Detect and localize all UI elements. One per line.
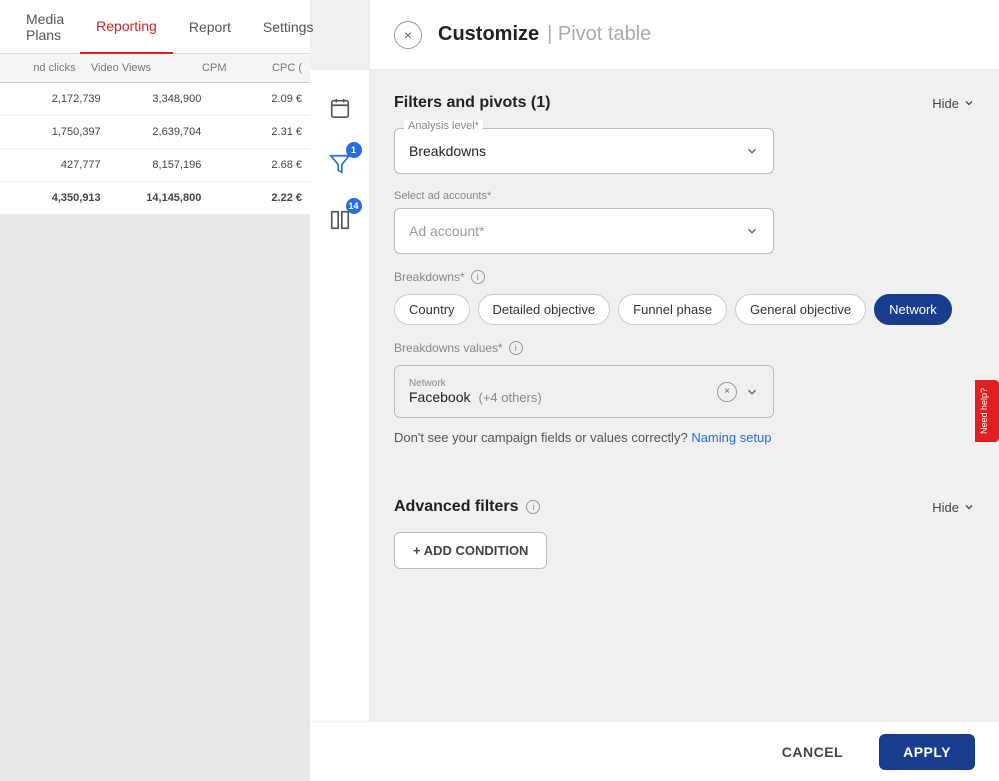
network-label: Network [409, 378, 542, 389]
breakdowns-info-icon: i [471, 270, 485, 284]
modal-sidebar: 1 14 [310, 70, 370, 751]
columns-icon[interactable]: 14 [322, 202, 358, 238]
col-header-clicks: nd clicks [4, 62, 80, 74]
breakdowns-values-info-icon: i [509, 341, 523, 355]
analysis-level-select[interactable]: Breakdowns [394, 128, 774, 174]
analysis-level-field: Analysis level* Breakdowns [394, 128, 774, 174]
naming-setup-link[interactable]: Naming setup [691, 430, 771, 445]
add-condition-button[interactable]: + ADD CONDITION [394, 532, 547, 569]
background-table: nd clicks Video Views CPM CPC ( 2,172,73… [0, 54, 310, 781]
ad-accounts-label: Select ad accounts* [394, 190, 975, 202]
close-button[interactable]: × [394, 21, 422, 49]
modal-content: Filters and pivots (1) Hide Analysis lev… [370, 70, 999, 751]
col-header-cpc: CPC ( [231, 62, 307, 74]
nav-media-plans[interactable]: Media Plans [10, 0, 80, 54]
table-row-total: 4,350,913 14,145,800 2.22 € [0, 182, 310, 215]
breakdowns-label: Breakdowns* i [394, 270, 975, 284]
section-divider [394, 473, 975, 474]
ad-account-select[interactable]: Ad account* [394, 208, 774, 254]
modal-footer: CANCEL APPLY [310, 721, 999, 781]
filter-icon[interactable]: 1 [322, 146, 358, 182]
chip-general-objective[interactable]: General objective [735, 294, 866, 325]
nav-report[interactable]: Report [173, 0, 247, 54]
ad-account-field: Ad account* [394, 208, 774, 254]
table-row: 427,777 8,157,196 2.68 € [0, 149, 310, 182]
nav-reporting[interactable]: Reporting [80, 0, 173, 54]
analysis-level-label: Analysis level* [404, 120, 483, 132]
network-clear-btn[interactable]: × [717, 382, 737, 402]
network-others: (+4 others) [478, 390, 541, 405]
filter-badge: 1 [346, 142, 362, 158]
calendar-icon[interactable] [322, 90, 358, 126]
nav-settings[interactable]: Settings [247, 0, 330, 54]
naming-setup-text: Don't see your campaign fields or values… [394, 430, 975, 445]
network-value-field[interactable]: Network Facebook (+4 others) × [394, 365, 774, 418]
network-right: × [717, 382, 759, 402]
nav-bar: Media Plans Reporting Report Settings [0, 0, 310, 54]
apply-button[interactable]: APPLY [879, 734, 975, 770]
table-row: 1,750,397 2,639,704 2.31 € [0, 116, 310, 149]
filters-hide-btn[interactable]: Hide [932, 96, 975, 111]
filters-title: Filters and pivots (1) [394, 94, 550, 112]
breakdowns-chips: Country Detailed objective Funnel phase … [394, 294, 975, 325]
network-left: Network Facebook (+4 others) [409, 378, 542, 405]
col-header-cpm: CPM [155, 62, 231, 74]
advanced-filters-title: Advanced filters [394, 498, 518, 516]
advanced-filters-info-icon: i [526, 500, 540, 514]
col-header-views: Video Views [80, 62, 156, 74]
cancel-button[interactable]: CANCEL [758, 734, 867, 770]
feedback-widget[interactable]: Need help? [975, 380, 999, 442]
network-value: Facebook (+4 others) [409, 389, 542, 405]
breakdowns-values-label: Breakdowns values* i [394, 341, 975, 355]
modal-subtitle: | Pivot table [547, 23, 651, 46]
advanced-filters-hide-btn[interactable]: Hide [932, 500, 975, 515]
modal-header: × Customize | Pivot table [370, 0, 999, 70]
table-row: 2,172,739 3,348,900 2.09 € [0, 83, 310, 116]
chip-detailed-objective[interactable]: Detailed objective [478, 294, 611, 325]
chip-country[interactable]: Country [394, 294, 470, 325]
filters-section: Filters and pivots (1) Hide Analysis lev… [394, 94, 975, 445]
columns-badge: 14 [346, 198, 362, 214]
chip-funnel-phase[interactable]: Funnel phase [618, 294, 727, 325]
advanced-filters-section: Advanced filters i Hide + ADD CONDITION [394, 498, 975, 569]
modal-title: Customize [438, 23, 539, 46]
chip-network[interactable]: Network [874, 294, 952, 325]
